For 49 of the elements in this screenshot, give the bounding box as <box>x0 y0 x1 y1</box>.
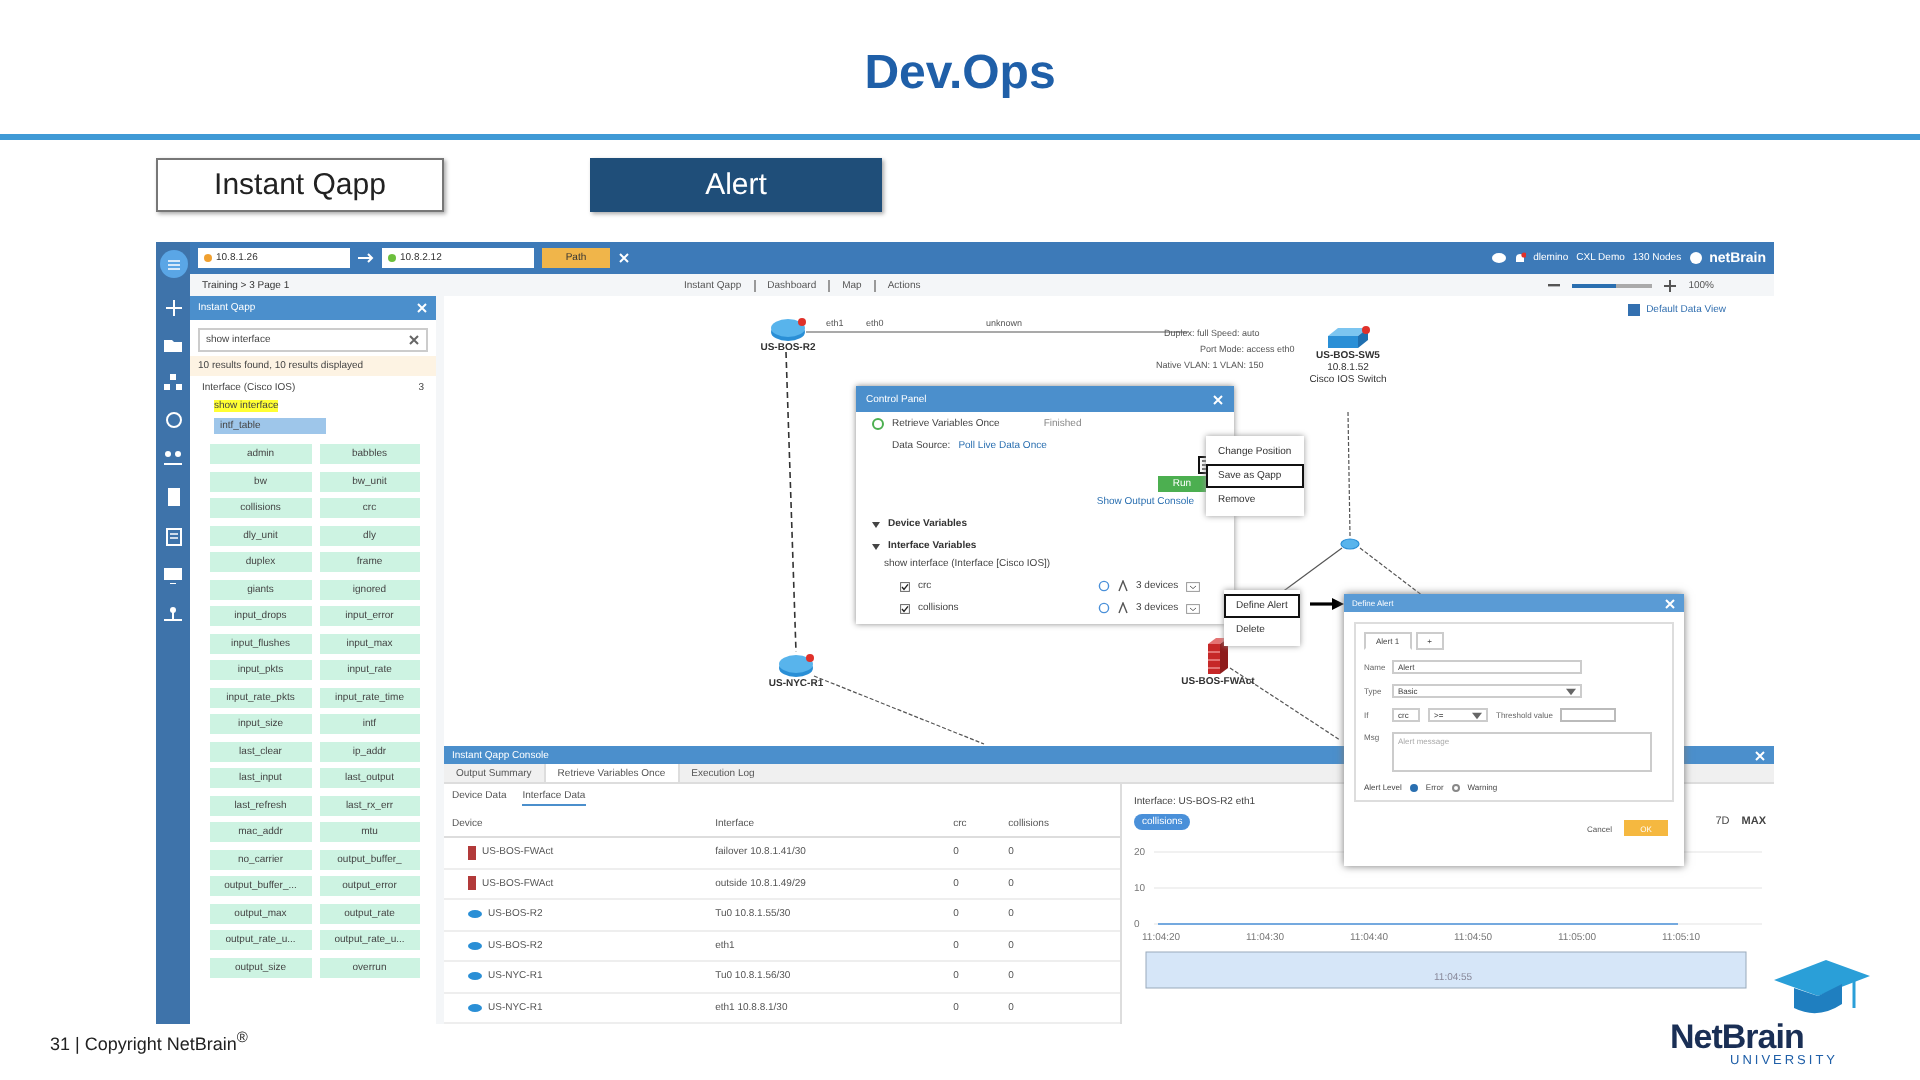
slide-tab[interactable]: Instant Qapp <box>156 158 444 212</box>
router-icon <box>778 654 814 678</box>
help-icon[interactable] <box>1689 252 1702 264</box>
router-icon <box>468 1003 482 1012</box>
arrow-icon[interactable] <box>358 252 374 264</box>
monitor-icon[interactable] <box>164 568 182 584</box>
radio-button[interactable] <box>1451 783 1460 791</box>
router-icon <box>770 318 806 342</box>
plus-icon[interactable] <box>165 300 181 316</box>
firewall-icon <box>1206 636 1230 676</box>
logo-wordmark: NetBrain <box>1670 1018 1804 1056</box>
slide-title: Dev.Ops <box>862 44 1058 104</box>
router-icon <box>468 910 482 919</box>
arrow-icon <box>1310 598 1344 610</box>
router-icon <box>468 972 482 981</box>
slide-footer: 31 | Copyright NetBrain$^{®}$ <box>50 1028 248 1054</box>
menu-icon[interactable] <box>159 250 187 278</box>
dropdown-icon[interactable] <box>1186 581 1201 591</box>
threshold-field[interactable] <box>1560 708 1617 722</box>
link-line <box>1347 411 1351 537</box>
switch-icon <box>1326 326 1370 350</box>
expand-icon[interactable] <box>872 543 880 549</box>
network-icon[interactable] <box>164 374 182 390</box>
close-icon[interactable] <box>408 334 420 346</box>
radio-button[interactable] <box>1409 783 1418 791</box>
data-view-icon <box>1628 304 1641 316</box>
folder-icon[interactable] <box>164 338 182 352</box>
globe-icon[interactable] <box>165 412 181 428</box>
caret-icon <box>1472 711 1482 719</box>
slide-tab[interactable]: Alert <box>590 158 882 212</box>
zoom-in-icon[interactable] <box>1664 279 1677 291</box>
document-icon[interactable] <box>165 488 181 506</box>
firewall-icon <box>468 845 476 860</box>
router-icon <box>468 941 482 950</box>
checkbox[interactable] <box>900 603 910 613</box>
status-icon <box>388 254 396 262</box>
checkbox[interactable] <box>900 581 910 591</box>
firewall-icon <box>468 876 476 891</box>
status-icon <box>204 254 212 262</box>
caret-icon <box>1566 687 1576 695</box>
dropdown-icon[interactable] <box>1186 603 1201 613</box>
path-icon[interactable] <box>164 450 182 466</box>
map-icon[interactable] <box>164 606 182 622</box>
retrieve-icon <box>872 418 884 430</box>
bell-icon[interactable] <box>1513 251 1526 265</box>
hub-icon <box>1340 538 1360 550</box>
expand-icon[interactable] <box>872 521 880 527</box>
chat-icon[interactable] <box>1491 252 1506 264</box>
template-icon[interactable] <box>165 528 181 546</box>
